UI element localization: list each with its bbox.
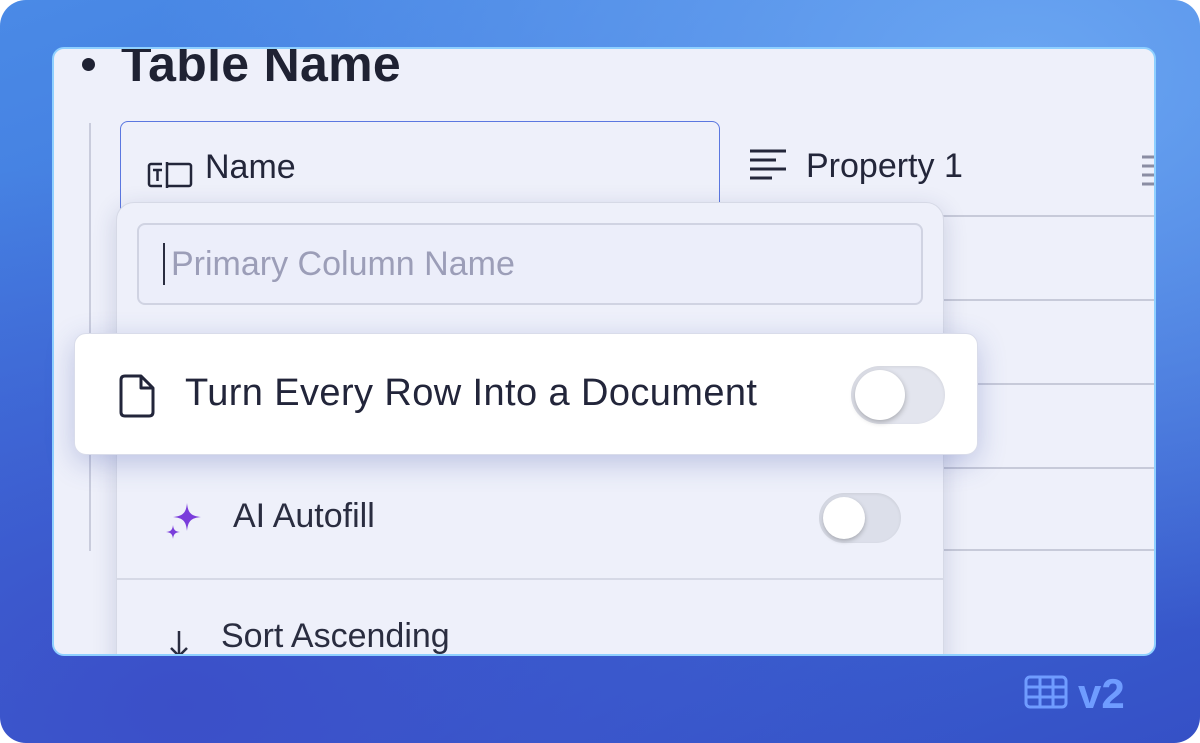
table-title[interactable]: Table Name xyxy=(121,49,401,93)
bullet-icon xyxy=(82,57,95,71)
sparkle-icon xyxy=(165,501,205,546)
turn-row-into-document-label: Turn Every Row Into a Document xyxy=(185,372,758,414)
align-left-icon xyxy=(1142,155,1154,191)
align-left-icon xyxy=(748,147,788,186)
column-property-1-label: Property 1 xyxy=(806,147,963,185)
toggle-knob xyxy=(823,497,865,539)
column-header-partial[interactable] xyxy=(1142,153,1154,192)
document-icon xyxy=(119,374,155,423)
menu-item-ai-autofill[interactable]: AI Autofill xyxy=(117,483,943,551)
arrow-down-icon xyxy=(167,629,191,654)
table-title-row: Table Name xyxy=(82,49,401,93)
menu-item-turn-row-into-document[interactable]: Turn Every Row Into a Document xyxy=(74,333,978,455)
version-badge: v2 xyxy=(1024,670,1125,718)
background: Table Name Name Property 1 Primary Colum… xyxy=(0,0,1200,743)
text-column-icon xyxy=(147,160,193,195)
column-name-label: Name xyxy=(205,148,296,186)
turn-row-into-document-toggle[interactable] xyxy=(851,366,945,424)
table-icon xyxy=(1024,675,1068,714)
column-header-property-1[interactable]: Property 1 xyxy=(748,147,963,186)
ai-autofill-label: AI Autofill xyxy=(233,497,375,535)
version-label: v2 xyxy=(1078,670,1125,717)
toggle-knob xyxy=(855,370,905,420)
column-name-field-wrapper xyxy=(137,223,923,305)
text-cursor xyxy=(163,243,165,285)
menu-item-sort-ascending[interactable]: Sort Ascending xyxy=(117,611,943,655)
sort-ascending-label: Sort Ascending xyxy=(221,617,450,655)
primary-column-name-input[interactable] xyxy=(169,237,903,291)
menu-divider xyxy=(117,578,943,580)
ai-autofill-toggle[interactable] xyxy=(819,493,901,543)
